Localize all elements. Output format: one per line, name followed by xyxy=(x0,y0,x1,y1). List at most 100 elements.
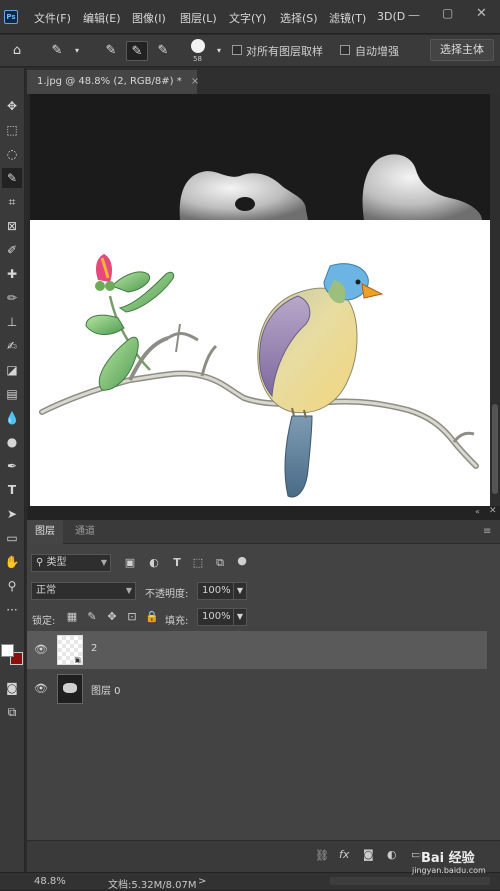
menu-image[interactable]: 图像(I) xyxy=(132,10,166,26)
close-window-icon[interactable]: ✕ xyxy=(476,6,487,21)
close-panels-icon[interactable]: ✕ xyxy=(489,506,497,516)
filter-adjustment-icon[interactable]: ◐ xyxy=(147,556,161,570)
menu-filter[interactable]: 滤镜(T) xyxy=(329,10,366,26)
sample-all-layers-label: 对所有图层取样 xyxy=(246,45,323,58)
layer-row-layer-0[interactable]: 👁 图层 0 xyxy=(27,670,487,708)
path-selection-tool-icon[interactable]: ➤ xyxy=(2,504,22,524)
foreground-color-swatch[interactable] xyxy=(1,644,14,657)
fx-icon[interactable]: fx xyxy=(339,848,349,861)
home-icon[interactable]: ⌂ xyxy=(6,41,28,61)
canvas-scroll-thumb[interactable] xyxy=(492,404,498,494)
filter-type-icon[interactable]: T xyxy=(170,556,184,570)
tab-channels[interactable]: 通道 xyxy=(67,520,103,544)
canvas-area[interactable] xyxy=(27,94,490,506)
panel-dock-header: « ✕ xyxy=(27,506,500,520)
menu-type[interactable]: 文字(Y) xyxy=(229,10,266,26)
zoom-tool-icon[interactable]: ⚲ xyxy=(2,576,22,596)
marquee-tool-icon[interactable]: ⬚ xyxy=(2,120,22,140)
frame-tool-icon[interactable]: ⊠ xyxy=(2,216,22,236)
crop-tool-icon[interactable]: ⌗ xyxy=(2,192,22,212)
opacity-label: 不透明度: xyxy=(145,589,189,600)
eyedropper-tool-icon[interactable]: ✐ xyxy=(2,240,22,260)
zoom-level[interactable]: 48.8% xyxy=(34,876,66,887)
photoshop-logo: Ps xyxy=(4,10,18,24)
more-tools-icon[interactable]: ··· xyxy=(2,600,22,620)
brush-dropdown-icon[interactable]: ▾ xyxy=(208,41,230,61)
layer-filter-kind-value: 类型 xyxy=(46,557,67,568)
quick-selection-preset-icon[interactable]: ✎ xyxy=(46,41,68,61)
gradient-tool-icon[interactable]: ▤ xyxy=(2,384,22,404)
chevron-down-icon: ▼ xyxy=(125,586,132,595)
stone-sculpture-image xyxy=(179,154,482,220)
healing-brush-tool-icon[interactable]: ✚ xyxy=(2,264,22,284)
blend-mode-select[interactable]: 正常 ▼ xyxy=(31,582,136,600)
lock-label: 锁定: xyxy=(32,616,56,627)
lasso-tool-icon[interactable]: ◌ xyxy=(2,144,22,164)
teapot-thumbnail-icon xyxy=(63,683,77,693)
menu-edit[interactable]: 编辑(E) xyxy=(83,10,121,26)
layer-thumbnail: ▣ xyxy=(57,635,83,665)
layer-name[interactable]: 图层 0 xyxy=(91,682,121,697)
menu-bar: Ps 文件(F) 编辑(E) 图像(I) 图层(L) 文字(Y) 选择(S) 滤… xyxy=(0,0,500,34)
layers-panel-tabs: 图层 通道 ≡ xyxy=(27,520,500,544)
lock-image-pixels-icon[interactable]: ✎ xyxy=(85,610,99,624)
menu-select[interactable]: 选择(S) xyxy=(280,10,318,26)
hand-tool-icon[interactable]: ✋ xyxy=(2,552,22,572)
document-close-icon[interactable]: × xyxy=(191,76,199,87)
layers-panel: 图层 通道 ≡ ⚲ 类型 ▼ ▣ ◐ T ⬚ ⧉ ● 正常 ▼ 不透明度: 10… xyxy=(27,520,500,840)
rectangle-tool-icon[interactable]: ▭ xyxy=(2,528,22,548)
quick-mask-icon[interactable]: ◙ xyxy=(2,678,22,698)
menu-3d[interactable]: 3D(D xyxy=(377,10,405,23)
filter-shape-icon[interactable]: ⬚ xyxy=(191,556,205,570)
dodge-tool-icon[interactable]: ● xyxy=(2,432,22,452)
filter-smart-object-icon[interactable]: ⧉ xyxy=(213,556,227,570)
image-white-area xyxy=(30,220,490,506)
collapse-panels-icon[interactable]: « xyxy=(475,507,480,516)
panel-menu-icon[interactable]: ≡ xyxy=(483,526,491,537)
pen-tool-icon[interactable]: ✒ xyxy=(2,456,22,476)
canvas-vertical-scrollbar[interactable] xyxy=(490,94,500,506)
add-to-selection-brush-icon[interactable]: ✎ xyxy=(126,41,148,61)
tab-layers[interactable]: 图层 xyxy=(27,520,63,544)
auto-enhance-checkbox[interactable] xyxy=(340,45,350,55)
adjustment-layer-icon[interactable]: ◐ xyxy=(387,848,397,861)
subtract-selection-brush-icon[interactable]: ✎ xyxy=(152,41,174,61)
layer-name[interactable]: 2 xyxy=(91,643,97,654)
layer-thumbnail xyxy=(57,674,83,704)
maximize-icon[interactable]: ▢ xyxy=(442,6,453,20)
fill-dropdown-icon[interactable]: ▼ xyxy=(233,608,247,626)
layer-visibility-eye-icon[interactable]: 👁 xyxy=(34,682,48,696)
sample-all-layers-checkbox[interactable] xyxy=(232,45,242,55)
prevent-autonest-icon[interactable]: ⊡ xyxy=(125,610,139,624)
new-selection-brush-icon[interactable]: ✎ xyxy=(100,41,122,61)
history-brush-tool-icon[interactable]: ✍ xyxy=(2,336,22,356)
type-tool-icon[interactable]: T xyxy=(2,480,22,500)
document-tab[interactable]: 1.jpg @ 48.8% (2, RGB/8#) * × xyxy=(27,70,199,94)
status-menu-arrow-icon[interactable]: > xyxy=(198,876,206,887)
blur-tool-icon[interactable]: 💧 xyxy=(2,408,22,428)
menu-layer[interactable]: 图层(L) xyxy=(180,10,217,26)
screen-mode-icon[interactable]: ⧉ xyxy=(2,702,22,722)
lock-transparent-pixels-icon[interactable]: ▦ xyxy=(65,610,79,624)
filter-pixel-icon[interactable]: ▣ xyxy=(123,556,137,570)
filter-toggle-icon[interactable]: ● xyxy=(235,554,249,568)
opacity-dropdown-icon[interactable]: ▼ xyxy=(233,582,247,600)
minimize-icon[interactable]: — xyxy=(408,8,420,22)
quick-selection-tool-icon[interactable]: ✎ xyxy=(2,168,22,188)
lock-position-icon[interactable]: ✥ xyxy=(105,610,119,624)
layer-filter-kind-select[interactable]: ⚲ 类型 ▼ xyxy=(31,554,111,572)
move-tool-icon[interactable]: ✥ xyxy=(2,96,22,116)
eraser-tool-icon[interactable]: ◪ xyxy=(2,360,22,380)
select-subject-button[interactable]: 选择主体 xyxy=(430,39,494,61)
link-layers-icon[interactable]: ⛓ xyxy=(315,849,329,862)
preset-dropdown-icon[interactable]: ▾ xyxy=(66,41,88,61)
brush-tip-icon[interactable] xyxy=(191,39,205,53)
horizontal-scrollbar[interactable] xyxy=(330,877,490,885)
brush-tool-icon[interactable]: ✏ xyxy=(2,288,22,308)
lock-all-icon[interactable]: 🔒 xyxy=(145,610,159,624)
clone-stamp-tool-icon[interactable]: ⊥ xyxy=(2,312,22,332)
layer-visibility-eye-icon[interactable]: 👁 xyxy=(34,643,48,657)
layer-row-2[interactable]: 👁 ▣ 2 xyxy=(27,631,487,669)
add-mask-icon[interactable]: ◙ xyxy=(363,848,374,861)
menu-file[interactable]: 文件(F) xyxy=(34,10,71,26)
